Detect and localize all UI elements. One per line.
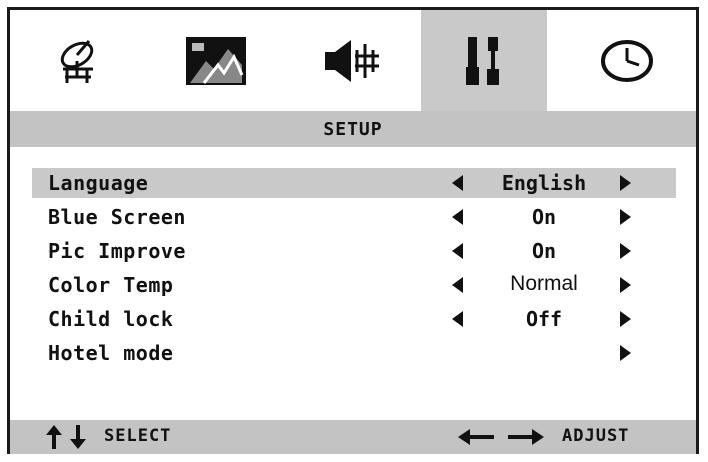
setting-value: English xyxy=(501,171,587,195)
setting-row-child-lock[interactable]: Child lock Off xyxy=(32,304,696,334)
picture-icon xyxy=(185,36,246,85)
arrow-left-icon[interactable] xyxy=(452,175,463,191)
tab-sound[interactable] xyxy=(284,10,421,111)
tab-setup[interactable] xyxy=(421,10,547,111)
setting-label: Blue Screen xyxy=(48,205,186,229)
arrow-right-icon[interactable] xyxy=(620,311,631,327)
setting-row-hotel-mode[interactable]: Hotel mode xyxy=(32,338,696,368)
setting-value: Normal xyxy=(510,272,578,295)
tab-picture[interactable] xyxy=(147,10,284,111)
arrow-left-icon[interactable] xyxy=(452,311,463,327)
arrow-right-icon[interactable] xyxy=(620,209,631,225)
select-hint: SELECT xyxy=(104,426,172,446)
tab-channel[interactable] xyxy=(10,10,147,111)
setting-value: Off xyxy=(525,307,563,331)
menu-title: SETUP xyxy=(10,111,696,147)
arrow-left-icon[interactable] xyxy=(452,277,463,293)
arrow-right-icon[interactable] xyxy=(620,243,631,259)
arrow-right-icon[interactable] xyxy=(620,345,631,361)
adjust-hint: ADJUST xyxy=(562,426,630,446)
arrow-left-icon[interactable] xyxy=(452,243,463,259)
arrow-left-icon[interactable] xyxy=(452,209,463,225)
satellite-dish-icon xyxy=(60,39,93,83)
osd-menu: SETUP Language English Blue Screen On Pi… xyxy=(7,7,699,454)
setting-row-pic-improve[interactable]: Pic Improve On xyxy=(32,236,696,266)
setting-label: Hotel mode xyxy=(48,341,174,365)
up-down-arrows-icon xyxy=(46,425,86,449)
arrow-right-icon[interactable] xyxy=(620,277,631,293)
setting-value: On xyxy=(531,239,557,263)
setting-row-color-temp[interactable]: Color Temp Normal xyxy=(32,270,696,300)
setting-label: Color Temp xyxy=(48,273,174,297)
setting-label: Pic Improve xyxy=(48,239,186,263)
setting-value: On xyxy=(531,205,557,229)
tools-icon xyxy=(466,36,499,85)
help-bar: SELECT ADJUST xyxy=(10,420,696,454)
clock-icon xyxy=(600,39,653,82)
left-right-arrows-icon xyxy=(458,429,544,445)
tab-time[interactable] xyxy=(558,10,695,111)
arrow-right-icon[interactable] xyxy=(620,175,631,191)
setting-label: Language xyxy=(48,171,149,195)
speaker-icon xyxy=(324,39,379,82)
setting-label: Child lock xyxy=(48,307,174,331)
setting-row-language[interactable]: Language English xyxy=(32,168,676,198)
menu-tabs xyxy=(10,10,696,111)
setting-row-blue-screen[interactable]: Blue Screen On xyxy=(32,202,696,232)
